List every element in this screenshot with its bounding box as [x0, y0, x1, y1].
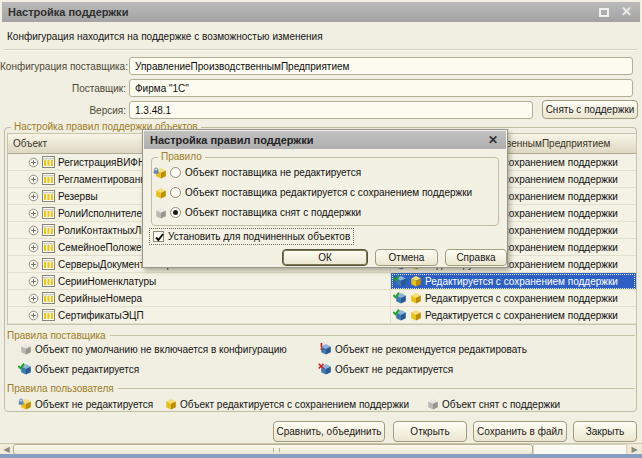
- separator: [4, 49, 637, 51]
- close-icon[interactable]: ✕: [621, 2, 632, 22]
- table-row[interactable]: СерийныеНомераРедактируется с сохранение…: [8, 290, 636, 307]
- vendor-field[interactable]: Фирма "1С": [129, 79, 633, 97]
- dialog-titlebar: Настройка правил поддержки ✕: [144, 131, 506, 149]
- checkbox-box[interactable]: [153, 231, 164, 242]
- object-name-cell[interactable]: СерииНоменклатуры: [8, 273, 391, 290]
- object-name-cell[interactable]: СерийныеНомера: [8, 290, 391, 307]
- expand-icon[interactable]: [28, 225, 39, 236]
- supplier-rules-title: Правила поставщика: [7, 330, 106, 341]
- expand-icon[interactable]: [28, 310, 39, 321]
- object-name-cell[interactable]: СертификатыЭЦП: [8, 307, 391, 324]
- user-rules-title: Правила пользователя: [7, 383, 114, 394]
- user-rules-title-row: Правила пользователя: [7, 383, 635, 394]
- supplier-rules-title-row: Правила поставщика: [7, 330, 635, 341]
- remove-support-button[interactable]: Снять с поддержки: [542, 100, 638, 119]
- expand-icon[interactable]: [28, 293, 39, 304]
- expand-icon[interactable]: [28, 208, 39, 219]
- vendor-label: Поставщик:: [0, 83, 129, 94]
- table-row[interactable]: СертификатыЭЦПРедактируется с сохранение…: [8, 307, 636, 324]
- expand-icon[interactable]: [28, 174, 39, 185]
- expand-icon[interactable]: [28, 157, 39, 168]
- supplier-rule-legend-item: Объект по умолчанию не включается в конф…: [18, 343, 287, 355]
- object-rule-cell[interactable]: Редактируется с сохранением поддержки: [391, 290, 636, 307]
- supplier-rule-legend-item: Объект не рекомендуется редактировать: [318, 343, 527, 355]
- table-object-icon: [42, 258, 55, 270]
- apply-to-children-checkbox[interactable]: Установить для подчиненных объектов: [151, 230, 352, 243]
- window-titlebar: Настройка поддержки ✕: [2, 2, 640, 22]
- dialog-button-ОК[interactable]: ОК: [282, 249, 368, 266]
- expand-icon[interactable]: [28, 276, 39, 287]
- support-rules-dialog: Настройка правил поддержки ✕ Правило Объ…: [142, 129, 508, 268]
- dialog-title: Настройка правил поддержки: [144, 134, 488, 146]
- version-field[interactable]: 1.3.48.1: [129, 101, 533, 119]
- vendor-config-field[interactable]: УправлениеПроизводственнымПредприятием: [129, 57, 633, 75]
- expand-icon[interactable]: [28, 259, 39, 270]
- rule-group: Правило: [151, 157, 499, 226]
- user-rule-legend-item: Объект не редактируется: [18, 398, 153, 410]
- table-object-icon: [42, 207, 55, 219]
- table-object-icon: [42, 190, 55, 202]
- table-object-icon: [42, 224, 55, 236]
- checkbox-label: Установить для подчиненных объектов: [168, 231, 350, 242]
- table-object-icon: [42, 173, 55, 185]
- version-label: Версия:: [0, 105, 129, 116]
- maximize-icon[interactable]: [599, 8, 609, 17]
- footer-button-2[interactable]: Сохранить в файл: [473, 421, 567, 442]
- table-row[interactable]: СерииНоменклатурыРедактируется с сохране…: [8, 273, 636, 290]
- vendor-config-label: Конфигурация поставщика:: [0, 61, 129, 72]
- table-object-icon: [42, 156, 55, 168]
- table-object-icon: [42, 275, 55, 287]
- dialog-button-Справка[interactable]: Справка: [445, 249, 507, 266]
- support-status-text: Конфигурация находится на поддержке с во…: [7, 31, 323, 42]
- window-title: Настройка поддержки: [2, 6, 599, 18]
- table-object-icon: [42, 241, 55, 253]
- supplier-rule-legend-item: Объект редактируется: [18, 363, 139, 375]
- expand-icon[interactable]: [28, 191, 39, 202]
- table-object-icon: [42, 309, 55, 321]
- rule-group-title: Правило: [158, 151, 205, 162]
- user-rule-legend-item: Объект редактируется с сохранением подде…: [163, 398, 409, 410]
- supplier-rule-legend-item: Объект не редактируется: [318, 363, 453, 375]
- user-rule-legend-item: Объект снят с поддержки: [425, 398, 560, 410]
- dialog-button-Отмена[interactable]: Отмена: [375, 249, 438, 266]
- table-object-icon: [42, 292, 55, 304]
- footer-button-3[interactable]: Закрыть: [573, 421, 637, 442]
- footer-button-1[interactable]: Открыть: [393, 421, 467, 442]
- expand-icon[interactable]: [28, 242, 39, 253]
- window-bottom-edge: [0, 454, 642, 458]
- footer-button-0[interactable]: Сравнить, объединить: [273, 421, 385, 442]
- dialog-close-icon[interactable]: ✕: [488, 131, 506, 149]
- object-rule-cell[interactable]: Редактируется с сохранением поддержки: [391, 273, 636, 290]
- object-rule-cell[interactable]: Редактируется с сохранением поддержки: [391, 307, 636, 324]
